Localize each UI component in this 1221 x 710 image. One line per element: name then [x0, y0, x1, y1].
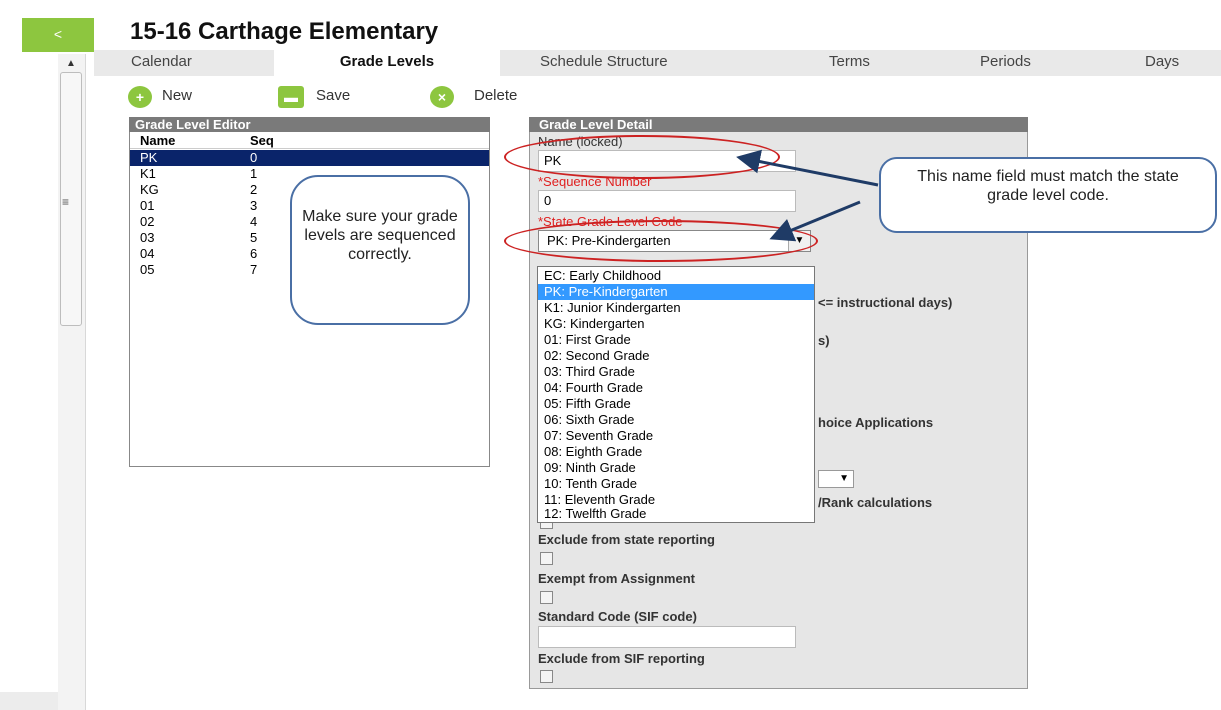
annotation-arrows [736, 149, 879, 242]
arrow-to-state-code [769, 200, 861, 242]
arrow-to-name-field [736, 149, 879, 187]
